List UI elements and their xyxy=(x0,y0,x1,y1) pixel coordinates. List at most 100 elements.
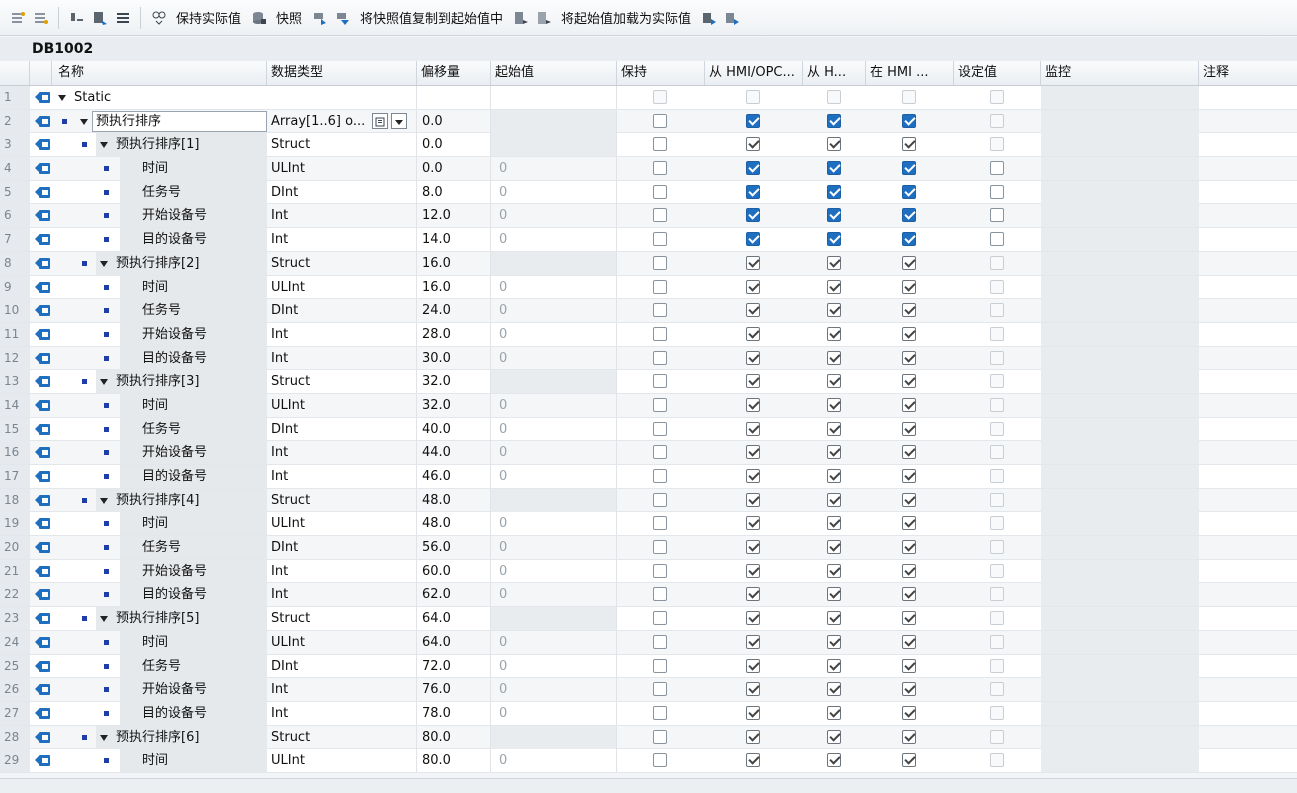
setpoint-checkbox[interactable] xyxy=(990,445,1004,460)
load-actual-alt-icon[interactable] xyxy=(723,9,740,26)
name-cell[interactable]: 预执行排序[1] xyxy=(52,133,267,157)
in-hmi-checkbox[interactable] xyxy=(902,563,916,578)
snapshot-load-icon[interactable] xyxy=(334,9,351,26)
copy-start-alt-icon[interactable] xyxy=(535,9,552,26)
table-row[interactable]: 24 时间 ULInt 64.0 0 xyxy=(0,630,1297,655)
setpoint-checkbox[interactable] xyxy=(990,753,1004,768)
table-row[interactable]: 12 目的设备号 Int 30.0 0 xyxy=(0,346,1297,371)
hmi-opc-checkbox[interactable] xyxy=(746,232,760,247)
name-cell[interactable]: 开始设备号 xyxy=(52,559,267,583)
hmi-opc-checkbox[interactable] xyxy=(746,753,760,768)
datatype-cell[interactable]: DInt xyxy=(267,180,417,204)
start-value-cell[interactable] xyxy=(491,370,617,394)
retain-checkbox[interactable] xyxy=(653,161,667,176)
datatype-cell[interactable]: DInt xyxy=(267,299,417,323)
expand-toggle-icon[interactable] xyxy=(100,260,108,267)
from-h-checkbox[interactable] xyxy=(827,397,841,412)
comment-cell[interactable] xyxy=(1199,323,1297,346)
comment-cell[interactable] xyxy=(1199,370,1297,393)
comment-cell[interactable] xyxy=(1199,512,1297,535)
hmi-opc-checkbox[interactable] xyxy=(746,492,760,507)
setpoint-checkbox[interactable] xyxy=(990,587,1004,602)
name-cell[interactable]: 任务号 xyxy=(52,417,267,441)
comment-cell[interactable] xyxy=(1199,631,1297,654)
retain-checkbox[interactable] xyxy=(653,184,667,199)
setpoint-checkbox[interactable] xyxy=(990,161,1004,176)
comment-cell[interactable] xyxy=(1199,347,1297,370)
setpoint-checkbox[interactable] xyxy=(990,611,1004,626)
table-row[interactable]: 18 预执行排序[4] Struct 48.0 xyxy=(0,488,1297,513)
in-hmi-checkbox[interactable] xyxy=(902,303,916,318)
start-value-cell[interactable]: 0 xyxy=(491,678,617,702)
in-hmi-checkbox[interactable] xyxy=(902,90,916,104)
start-value-cell[interactable] xyxy=(491,251,617,275)
hmi-opc-checkbox[interactable] xyxy=(746,279,760,294)
in-hmi-checkbox[interactable] xyxy=(902,445,916,460)
datatype-cell[interactable]: Int xyxy=(267,701,417,725)
setpoint-checkbox[interactable] xyxy=(990,421,1004,436)
start-value-cell[interactable]: 0 xyxy=(491,275,617,299)
datatype-cell[interactable]: ULInt xyxy=(267,512,417,536)
datatype-cell[interactable]: Struct xyxy=(267,488,417,512)
in-hmi-checkbox[interactable] xyxy=(902,492,916,507)
name-cell[interactable]: Static xyxy=(52,86,267,109)
comment-cell[interactable] xyxy=(1199,133,1297,156)
in-hmi-checkbox[interactable] xyxy=(902,184,916,199)
name-cell[interactable]: 时间 xyxy=(52,275,267,299)
name-cell[interactable]: 目的设备号 xyxy=(52,228,267,252)
header-name[interactable]: 名称 xyxy=(52,61,267,85)
datatype-cell[interactable]: DInt xyxy=(267,536,417,560)
setpoint-checkbox[interactable] xyxy=(990,469,1004,483)
retain-checkbox[interactable] xyxy=(653,729,667,744)
start-value-cell[interactable]: 0 xyxy=(491,512,617,536)
hmi-opc-checkbox[interactable] xyxy=(746,729,760,744)
retain-checkbox[interactable] xyxy=(653,255,667,270)
start-value-cell[interactable]: 0 xyxy=(491,204,617,228)
setpoint-checkbox[interactable] xyxy=(990,279,1004,294)
expand-toggle-icon[interactable] xyxy=(58,95,66,101)
start-value-cell[interactable] xyxy=(491,488,617,512)
insert-row-icon[interactable] xyxy=(9,9,26,26)
name-cell[interactable]: 时间 xyxy=(52,157,267,181)
from-h-checkbox[interactable] xyxy=(827,113,841,128)
datatype-cell[interactable]: Struct xyxy=(267,607,417,631)
hmi-opc-checkbox[interactable] xyxy=(746,634,760,649)
in-hmi-checkbox[interactable] xyxy=(902,232,916,247)
array-dialog-icon[interactable] xyxy=(372,112,388,129)
header-in-hmi[interactable]: 在 HMI ... xyxy=(866,61,954,85)
datatype-cell[interactable]: Struct xyxy=(267,370,417,394)
in-hmi-checkbox[interactable] xyxy=(902,397,916,412)
in-hmi-checkbox[interactable] xyxy=(902,161,916,176)
retain-checkbox[interactable] xyxy=(653,113,667,128)
database-icon[interactable] xyxy=(250,9,267,26)
hmi-opc-checkbox[interactable] xyxy=(746,397,760,412)
retain-checkbox[interactable] xyxy=(653,658,667,673)
from-h-checkbox[interactable] xyxy=(827,445,841,460)
table-row[interactable]: 1 Static xyxy=(0,86,1297,110)
comment-cell[interactable] xyxy=(1199,726,1297,749)
from-h-checkbox[interactable] xyxy=(827,303,841,318)
name-cell[interactable]: 开始设备号 xyxy=(52,322,267,346)
datatype-cell[interactable]: Int xyxy=(267,346,417,370)
load-start-button[interactable]: 将起始值加载为实际值 xyxy=(561,8,691,27)
table-row[interactable]: 13 预执行排序[3] Struct 32.0 xyxy=(0,370,1297,394)
retain-checkbox[interactable] xyxy=(653,350,667,365)
from-h-checkbox[interactable] xyxy=(827,563,841,578)
comment-cell[interactable] xyxy=(1199,276,1297,299)
table-row[interactable]: 11 开始设备号 Int 28.0 0 xyxy=(0,322,1297,347)
in-hmi-checkbox[interactable] xyxy=(902,516,916,531)
retain-checkbox[interactable] xyxy=(653,90,667,104)
name-cell[interactable]: 时间 xyxy=(52,630,267,654)
datatype-cell[interactable] xyxy=(267,86,417,109)
start-value-cell[interactable]: 0 xyxy=(491,536,617,560)
setpoint-checkbox[interactable] xyxy=(990,232,1004,247)
table-row[interactable]: 19 时间 ULInt 48.0 0 xyxy=(0,512,1297,537)
table-row[interactable]: 14 时间 ULInt 32.0 0 xyxy=(0,393,1297,418)
retain-checkbox[interactable] xyxy=(653,611,667,626)
setpoint-checkbox[interactable] xyxy=(990,634,1004,649)
name-cell[interactable]: 时间 xyxy=(52,393,267,417)
retain-checkbox[interactable] xyxy=(653,232,667,247)
datatype-cell[interactable]: ULInt xyxy=(267,157,417,181)
hmi-opc-checkbox[interactable] xyxy=(746,705,760,720)
name-cell[interactable]: 时间 xyxy=(52,749,267,773)
